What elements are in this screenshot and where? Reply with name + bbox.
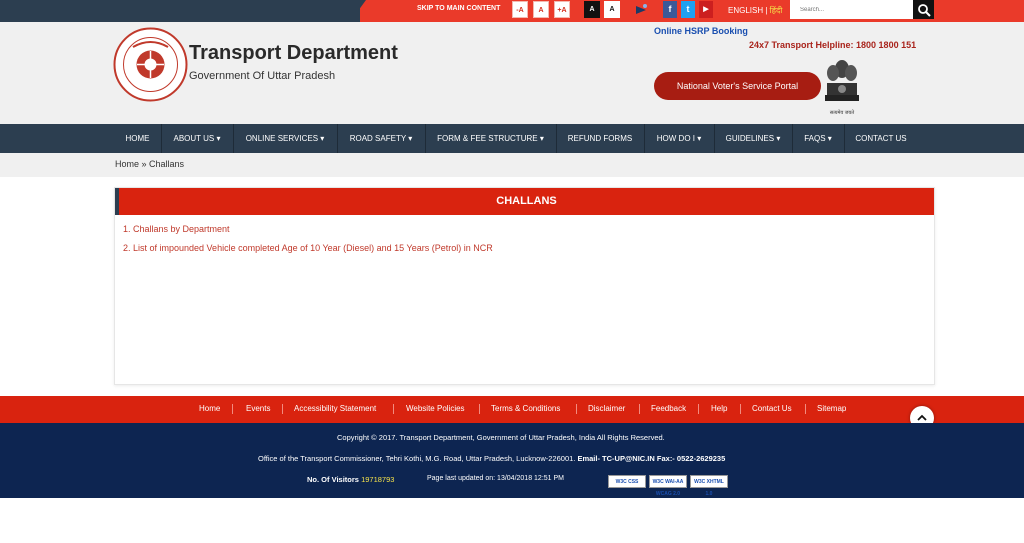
- twitter-icon[interactable]: t: [681, 1, 695, 18]
- footer-link-terms[interactable]: Terms & Conditions: [491, 404, 560, 413]
- helpline-text: 24x7 Transport Helpline: 1800 1800 151: [749, 40, 917, 50]
- chevron-down-icon: ▾: [539, 134, 544, 143]
- chevron-down-icon: ▾: [216, 134, 221, 143]
- top-bar-dark-section: [0, 0, 360, 22]
- footer-separator: [282, 404, 283, 414]
- nav-label: HOME: [125, 134, 150, 143]
- copyright-text: Copyright © 2017. Transport Department, …: [337, 433, 665, 442]
- footer-separator: [576, 404, 577, 414]
- w3c-xhtml-badge[interactable]: W3C XHTML 1.0: [690, 475, 728, 497]
- site-header: Transport Department Government Of Uttar…: [0, 22, 1024, 124]
- nav-online-services[interactable]: ONLINE SERVICES ▾: [234, 124, 336, 153]
- email-text: Email- TC-UP@NIC.IN: [577, 454, 655, 463]
- footer-info: Copyright © 2017. Transport Department, …: [0, 423, 1024, 498]
- nav-about-us[interactable]: ABOUT US ▾: [162, 124, 232, 153]
- high-contrast-button[interactable]: A: [584, 1, 600, 18]
- footer-separator: [639, 404, 640, 414]
- nav-label: FORM & FEE STRUCTURE: [437, 134, 538, 143]
- search-icon: [917, 3, 931, 17]
- footer-separator: [698, 404, 699, 414]
- screen-reader-icon[interactable]: [634, 3, 648, 22]
- skip-to-content-link[interactable]: SKIP TO MAIN CONTENT: [417, 5, 500, 12]
- address-line: Office of the Transport Commissioner, Te…: [258, 454, 725, 463]
- nav-home[interactable]: HOME: [115, 124, 160, 153]
- visitors-counter: No. Of Visitors 19718793: [307, 475, 394, 484]
- footer-link-help[interactable]: Help: [711, 404, 727, 413]
- search-button[interactable]: [913, 0, 934, 19]
- youtube-icon[interactable]: ▶: [699, 1, 713, 18]
- language-switch: ENGLISH | हिंदी: [728, 5, 782, 16]
- footer-separator: [479, 404, 480, 414]
- breadcrumb-bar: Home » Challans: [0, 153, 1024, 177]
- impounded-vehicles-link[interactable]: 2. List of impounded Vehicle completed A…: [123, 243, 493, 253]
- nav-guidelines[interactable]: GUIDELINES ▾: [715, 124, 791, 153]
- chevron-down-icon: ▾: [408, 134, 413, 143]
- hsrp-booking-link[interactable]: Online HSRP Booking: [654, 26, 748, 36]
- footer-separator: [805, 404, 806, 414]
- chevron-down-icon: ▾: [697, 134, 702, 143]
- challans-by-department-link[interactable]: 1. Challans by Department: [123, 224, 230, 234]
- nav-label: CONTACT US: [855, 134, 907, 143]
- footer-links-bar: Home Events Accessibility Statement Webs…: [0, 396, 1024, 423]
- footer-separator: [740, 404, 741, 414]
- footer-link-policies[interactable]: Website Policies: [406, 404, 465, 413]
- nav-form-fee[interactable]: FORM & FEE STRUCTURE ▾: [426, 124, 555, 153]
- office-address: Office of the Transport Commissioner, Te…: [258, 454, 576, 463]
- site-title[interactable]: Transport Department: [189, 42, 398, 65]
- nav-label: FAQS: [804, 134, 826, 143]
- lang-hindi-link[interactable]: हिंदी: [770, 6, 783, 15]
- chevron-down-icon: ▾: [827, 134, 832, 143]
- nav-faqs[interactable]: FAQS ▾: [793, 124, 843, 153]
- footer-link-events[interactable]: Events: [246, 404, 270, 413]
- visitors-label: No. Of Visitors: [307, 475, 359, 484]
- footer-link-home[interactable]: Home: [199, 404, 220, 413]
- footer-link-sitemap[interactable]: Sitemap: [817, 404, 846, 413]
- normal-contrast-button[interactable]: A: [604, 1, 620, 18]
- top-utility-bar: SKIP TO MAIN CONTENT -A A +A A A f t ▶ E…: [0, 0, 1024, 22]
- challans-panel: CHALLANS 1. Challans by Department 2. Li…: [114, 187, 935, 385]
- main-navigation: HOME ABOUT US ▾ ONLINE SERVICES ▾ ROAD S…: [0, 124, 1024, 153]
- nav-contact-us[interactable]: CONTACT US: [845, 124, 917, 153]
- w3c-css-badge[interactable]: W3C CSS: [608, 475, 646, 488]
- facebook-icon[interactable]: f: [663, 1, 677, 18]
- footer-link-feedback[interactable]: Feedback: [651, 404, 686, 413]
- breadcrumb[interactable]: Home » Challans: [115, 159, 184, 169]
- footer-separator: [393, 404, 394, 414]
- footer-separator: [232, 404, 233, 414]
- visitors-count: 19718793: [361, 475, 395, 484]
- search-input[interactable]: [790, 0, 913, 19]
- emblem-caption: सत्यमेव जयते: [829, 110, 855, 116]
- up-transport-logo[interactable]: [113, 27, 188, 107]
- voter-portal-button[interactable]: National Voter's Service Portal: [654, 72, 821, 100]
- chevron-down-icon: ▾: [320, 134, 325, 143]
- w3c-wcag-badge[interactable]: W3C WAI-AA WCAG 2.0: [649, 475, 687, 497]
- last-updated: Page last updated on: 13/04/2018 12:51 P…: [427, 475, 564, 482]
- nav-how-do-i[interactable]: HOW DO I ▾: [645, 124, 713, 153]
- footer-link-disclaimer[interactable]: Disclaimer: [588, 404, 625, 413]
- site-subtitle: Government Of Uttar Pradesh: [189, 70, 336, 82]
- footer-link-contact[interactable]: Contact Us: [752, 404, 792, 413]
- nav-label: ONLINE SERVICES: [245, 134, 319, 143]
- nav-label: GUIDELINES: [725, 134, 775, 143]
- font-decrease-button[interactable]: -A: [512, 1, 528, 18]
- nav-label: HOW DO I: [656, 134, 695, 143]
- lang-english-link[interactable]: ENGLISH: [728, 6, 763, 15]
- font-increase-button[interactable]: +A: [554, 1, 570, 18]
- top-bar-notch: [350, 0, 366, 22]
- font-reset-button[interactable]: A: [533, 1, 549, 18]
- nav-refund-forms[interactable]: REFUND FORMS: [557, 124, 643, 153]
- fax-label: Fax:- 0522-2629235: [656, 454, 726, 463]
- nav-label: ROAD SAFETY: [349, 134, 407, 143]
- nav-label: REFUND FORMS: [567, 134, 633, 143]
- panel-title: CHALLANS: [115, 188, 934, 215]
- nav-label: ABOUT US: [173, 134, 215, 143]
- chevron-up-icon: [917, 414, 927, 421]
- nav-road-safety[interactable]: ROAD SAFETY ▾: [338, 124, 424, 153]
- footer-link-accessibility[interactable]: Accessibility Statement: [294, 404, 376, 413]
- chevron-down-icon: ▾: [776, 134, 781, 143]
